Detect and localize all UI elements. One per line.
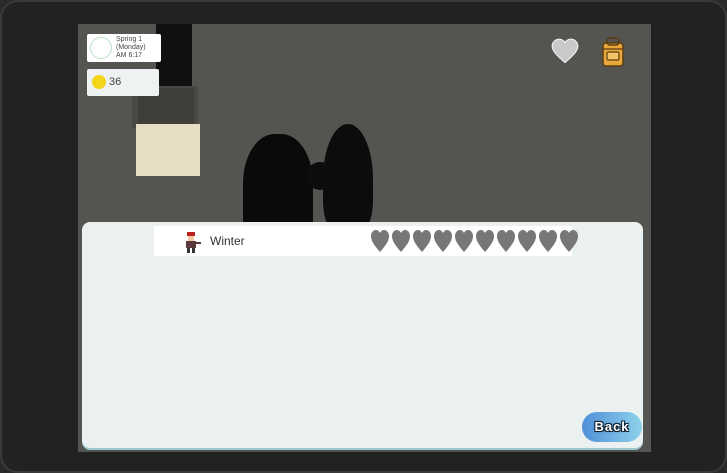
coin-icon — [92, 75, 106, 89]
back-button[interactable]: Back — [582, 412, 642, 442]
scene-pillar — [156, 24, 192, 86]
heart-icon — [560, 230, 578, 252]
scene-shadow — [306, 162, 334, 190]
heart-icon — [518, 230, 536, 252]
game-screen: Spring 1 (Monday) AM 6:17 36 Winter Back — [78, 24, 651, 452]
heart-icon — [413, 230, 431, 252]
heart-icon — [371, 230, 389, 252]
heart-icon — [434, 230, 452, 252]
villager-portrait-icon — [180, 231, 202, 253]
gold-amount: 36 — [109, 76, 122, 88]
villager-row[interactable]: Winter — [154, 226, 578, 256]
heart-icon — [476, 230, 494, 252]
scene-crate — [136, 124, 200, 176]
gold-widget: 36 — [87, 69, 159, 96]
villager-name: Winter — [210, 234, 245, 248]
heart-icon — [392, 230, 410, 252]
heart-icon — [497, 230, 515, 252]
social-panel: Winter Back — [82, 222, 643, 448]
heart-icon — [539, 230, 557, 252]
device-frame: Spring 1 (Monday) AM 6:17 36 Winter Back — [0, 0, 727, 473]
heart-icon[interactable] — [551, 38, 579, 66]
clock-icon — [90, 37, 112, 59]
heart-icon — [455, 230, 473, 252]
date-time-text: Spring 1 (Monday) AM 6:17 — [116, 36, 146, 59]
backpack-icon[interactable] — [601, 36, 625, 68]
date-time-widget: Spring 1 (Monday) AM 6:17 — [87, 34, 161, 62]
friendship-hearts — [370, 229, 579, 253]
